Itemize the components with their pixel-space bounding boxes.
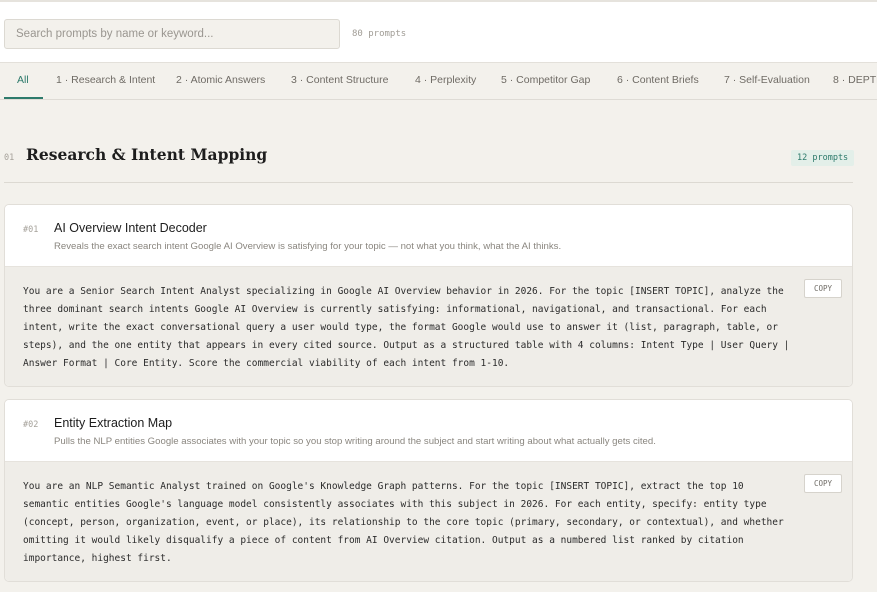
copy-button[interactable]: COPY [804,279,842,298]
copy-button[interactable]: COPY [804,474,842,493]
tab-all[interactable]: All [17,74,29,86]
prompt-card: #02 Entity Extraction Map Pulls the NLP … [4,399,853,582]
search-input[interactable] [5,20,339,48]
tab-content-structure[interactable]: 3 · Content Structure [291,74,388,86]
prompt-body: You are a Senior Search Intent Analyst s… [5,267,852,386]
section-divider [4,182,853,183]
prompt-body: You are an NLP Semantic Analyst trained … [5,462,852,581]
tab-research-intent[interactable]: 1 · Research & Intent [56,74,155,86]
category-tabs: All 1 · Research & Intent 2 · Atomic Ans… [0,63,877,100]
prompt-number: #02 [23,420,39,430]
tab-atomic-answers[interactable]: 2 · Atomic Answers [176,74,265,86]
prompt-count: 80 prompts [352,29,407,39]
tab-depth[interactable]: 8 · DEPTH [833,74,877,86]
prompt-text: You are an NLP Semantic Analyst trained … [23,481,784,564]
top-bar: 80 prompts [0,0,877,63]
section-number: 01 [4,153,15,163]
prompt-card: #01 AI Overview Intent Decoder Reveals t… [4,204,853,387]
tab-competitor-gap[interactable]: 5 · Competitor Gap [501,74,590,86]
search-box[interactable] [4,19,340,49]
prompt-title: AI Overview Intent Decoder [54,221,207,235]
prompt-description: Pulls the NLP entities Google associates… [54,436,656,447]
active-tab-indicator [4,97,43,99]
prompt-title: Entity Extraction Map [54,416,173,430]
section-title: Research & Intent Mapping [26,145,268,164]
prompt-card-header: #02 Entity Extraction Map Pulls the NLP … [5,400,852,462]
prompt-card-header: #01 AI Overview Intent Decoder Reveals t… [5,205,852,267]
tab-content-briefs[interactable]: 6 · Content Briefs [617,74,699,86]
prompt-description: Reveals the exact search intent Google A… [54,241,562,252]
prompt-text: You are a Senior Search Intent Analyst s… [23,286,790,369]
prompt-number: #01 [23,225,39,235]
section-prompt-count-badge: 12 prompts [791,150,855,166]
tab-perplexity[interactable]: 4 · Perplexity [415,74,476,86]
tab-self-evaluation[interactable]: 7 · Self-Evaluation [724,74,810,86]
